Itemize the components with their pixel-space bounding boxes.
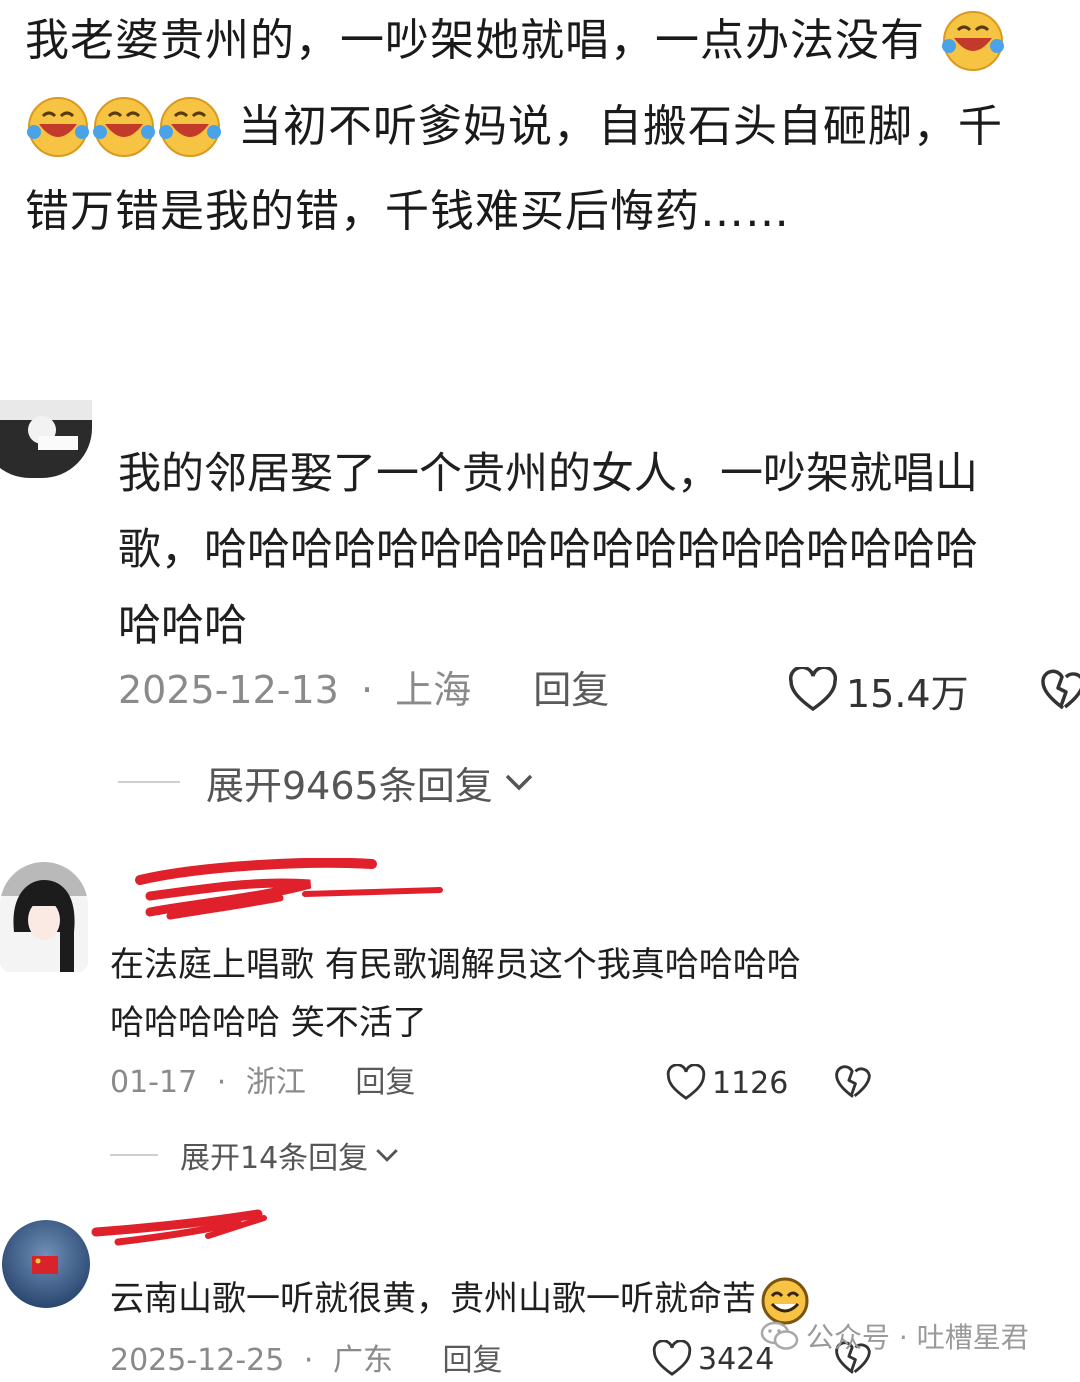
comment-meta: 2025-12-13 · 上海 回复 [118, 668, 610, 712]
comment-meta: 2025-12-25 · 广东 回复 [110, 1343, 503, 1378]
post-line-2: 当初不听爹妈说，自搬石头自砸脚，千 [25, 94, 1003, 160]
crying-laughing-emoji-icon [91, 94, 157, 160]
like-button[interactable]: 3424 [652, 1338, 774, 1380]
like-button[interactable]: 1126 [666, 1062, 788, 1104]
heart-icon [666, 1064, 706, 1102]
comment-location: 浙江 [245, 1065, 306, 1100]
dislike-icon[interactable] [1040, 668, 1080, 712]
comment-text: 我的邻居娶了一个贵州的女人，一吵架就唱山 歌，哈哈哈哈哈哈哈哈哈哈哈哈哈哈哈哈哈… [118, 449, 978, 651]
crying-laughing-emoji-icon [157, 94, 223, 160]
reply-button[interactable]: 回复 [443, 1343, 503, 1378]
wechat-icon [760, 1320, 800, 1352]
heart-icon [788, 667, 838, 713]
comment-text: 在法庭上唱歌 有民歌调解员这个我真哈哈哈哈 哈哈哈哈哈 笑不活了 [110, 945, 801, 1043]
post-line-1: 我老婆贵州的，一吵架她就唱，一点办法没有 [25, 8, 1006, 74]
expand-replies-button[interactable]: 展开14条回复 [110, 1134, 400, 1176]
like-count: 15.4万 [846, 671, 969, 716]
comment-location: 上海 [395, 668, 472, 712]
heart-icon [652, 1340, 692, 1378]
like-count: 1126 [712, 1065, 789, 1101]
redacted-username [88, 1206, 278, 1258]
chevron-down-icon [503, 771, 535, 793]
comment-text: 云南山歌一听就很黄，贵州山歌一听就命苦 [110, 1274, 812, 1326]
avatar[interactable] [0, 400, 92, 478]
dislike-icon[interactable] [834, 1064, 872, 1100]
post-line-3: 错万错是我的错，千钱难买后悔药…… [25, 186, 790, 237]
chevron-down-icon [374, 1146, 400, 1164]
comment-meta: 01-17 · 浙江 回复 [110, 1065, 416, 1100]
reply-button[interactable]: 回复 [355, 1065, 415, 1100]
reply-button[interactable]: 回复 [533, 668, 609, 712]
comment-date: 2025-12-13 [118, 668, 339, 712]
like-button[interactable]: 15.4万 [788, 664, 969, 716]
watermark-text: 公众号 · 吐槽星君 [806, 1321, 1029, 1354]
expand-replies-button[interactable]: 展开9465条回复 [118, 756, 535, 808]
avatar[interactable] [0, 862, 88, 972]
avatar[interactable] [2, 1220, 90, 1308]
crying-laughing-emoji-icon [25, 94, 91, 160]
redacted-username [110, 857, 450, 932]
comment-date: 01-17 [110, 1065, 198, 1100]
comment-date: 2025-12-25 [110, 1343, 285, 1378]
comment-location: 广东 [333, 1343, 393, 1378]
watermark: 公众号 · 吐槽星君 [760, 1316, 1029, 1356]
crying-laughing-emoji-icon [940, 8, 1006, 74]
